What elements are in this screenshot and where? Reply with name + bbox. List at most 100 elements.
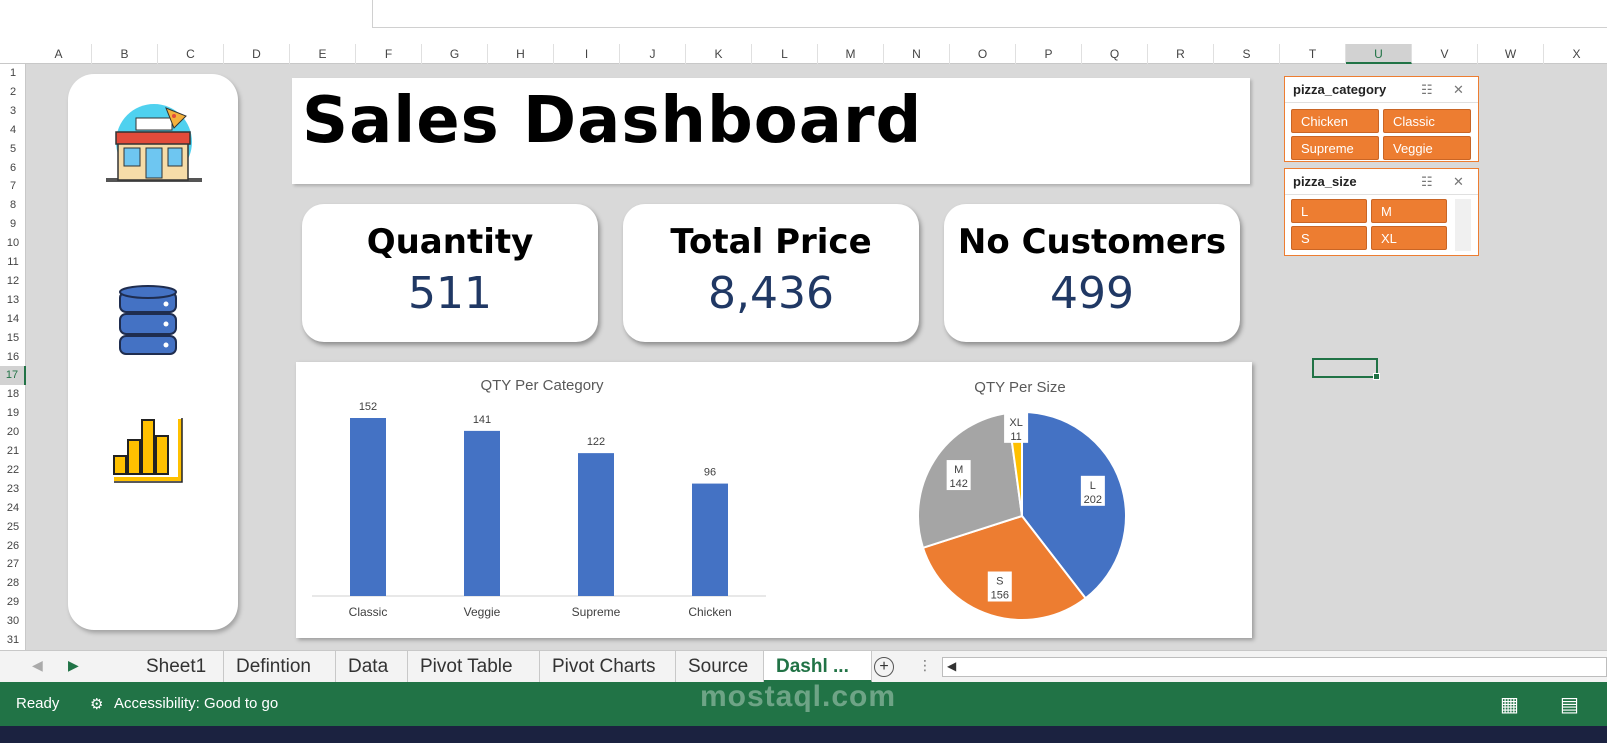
slicer-item-m[interactable]: M bbox=[1371, 199, 1447, 223]
row-header-19[interactable]: 19 bbox=[0, 404, 26, 423]
slicer-pizza-size[interactable]: pizza_size ☷ ✕ L M S XL bbox=[1284, 168, 1479, 256]
tab-scroll-left-icon[interactable]: ◀ bbox=[32, 657, 43, 674]
formula-bar-area bbox=[0, 0, 1607, 44]
slicer-item-l[interactable]: L bbox=[1291, 199, 1367, 223]
worksheet-grid[interactable]: Sales Dashboard Quantity 511 Total Price… bbox=[26, 64, 1607, 650]
row-header-11[interactable]: 11 bbox=[0, 253, 26, 272]
column-header-r[interactable]: R bbox=[1148, 44, 1214, 64]
row-header-25[interactable]: 25 bbox=[0, 518, 26, 537]
column-header-o[interactable]: O bbox=[950, 44, 1016, 64]
slicer-item-chicken[interactable]: Chicken bbox=[1291, 109, 1379, 133]
column-header-g[interactable]: G bbox=[422, 44, 488, 64]
accessibility-status[interactable]: Accessibility: Good to go bbox=[114, 695, 278, 712]
row-header-20[interactable]: 20 bbox=[0, 423, 26, 442]
clear-filter-icon[interactable]: ✕ bbox=[1453, 77, 1464, 103]
kpi-card-total-price[interactable]: Total Price 8,436 bbox=[623, 204, 919, 342]
column-header-l[interactable]: L bbox=[752, 44, 818, 64]
column-header-k[interactable]: K bbox=[686, 44, 752, 64]
slicer-item-supreme[interactable]: Supreme bbox=[1291, 136, 1379, 160]
scroll-left-icon[interactable]: ◀ bbox=[947, 659, 956, 673]
row-header-22[interactable]: 22 bbox=[0, 461, 26, 480]
row-header-2[interactable]: 2 bbox=[0, 83, 26, 102]
row-header-21[interactable]: 21 bbox=[0, 442, 26, 461]
database-icon[interactable] bbox=[118, 284, 178, 356]
column-header-t[interactable]: T bbox=[1280, 44, 1346, 64]
row-header-13[interactable]: 13 bbox=[0, 291, 26, 310]
slicer-item-classic[interactable]: Classic bbox=[1383, 109, 1471, 133]
column-header-i[interactable]: I bbox=[554, 44, 620, 64]
slicer-scrollbar[interactable] bbox=[1455, 199, 1471, 251]
sheet-tab-pivot-table[interactable]: Pivot Table bbox=[408, 651, 540, 683]
row-header-18[interactable]: 18 bbox=[0, 385, 26, 404]
row-header-31[interactable]: 31 bbox=[0, 631, 26, 650]
pizza-shop-icon[interactable] bbox=[96, 102, 208, 188]
column-header-j[interactable]: J bbox=[620, 44, 686, 64]
sheet-tab-sheet1[interactable]: Sheet1 bbox=[134, 651, 224, 683]
sheet-tab-source[interactable]: Source bbox=[676, 651, 764, 683]
row-header-15[interactable]: 15 bbox=[0, 329, 26, 348]
row-header-12[interactable]: 12 bbox=[0, 272, 26, 291]
row-header-30[interactable]: 30 bbox=[0, 612, 26, 631]
kpi-card-quantity[interactable]: Quantity 511 bbox=[302, 204, 598, 342]
tab-scroll-right-icon[interactable]: ▶ bbox=[68, 657, 79, 674]
row-header-1[interactable]: 1 bbox=[0, 64, 26, 83]
column-header-c[interactable]: C bbox=[158, 44, 224, 64]
row-header-14[interactable]: 14 bbox=[0, 310, 26, 329]
bar-chart-icon[interactable] bbox=[112, 416, 184, 484]
column-header-p[interactable]: P bbox=[1016, 44, 1082, 64]
row-header-3[interactable]: 3 bbox=[0, 102, 26, 121]
row-header-28[interactable]: 28 bbox=[0, 574, 26, 593]
column-header-n[interactable]: N bbox=[884, 44, 950, 64]
row-header-16[interactable]: 16 bbox=[0, 348, 26, 367]
row-header-9[interactable]: 9 bbox=[0, 215, 26, 234]
column-header-q[interactable]: Q bbox=[1082, 44, 1148, 64]
kpi-card-no-customers[interactable]: No Customers 499 bbox=[944, 204, 1240, 342]
sheet-tab-defintion[interactable]: Defintion bbox=[224, 651, 336, 683]
horizontal-scrollbar[interactable]: ◀ bbox=[942, 657, 1607, 677]
row-header-26[interactable]: 26 bbox=[0, 537, 26, 556]
charts-panel[interactable]: QTY Per Category 152 Classic 141 Veggie 122 Su… bbox=[296, 362, 1252, 638]
row-header-10[interactable]: 10 bbox=[0, 234, 26, 253]
column-header-a[interactable]: A bbox=[26, 44, 92, 64]
watermark: mostaql.com bbox=[700, 680, 897, 713]
slicer-pizza-category[interactable]: pizza_category ☷ ✕ Chicken Classic Supre… bbox=[1284, 76, 1479, 162]
page-layout-view-icon[interactable]: ▤ bbox=[1560, 692, 1579, 717]
column-header-b[interactable]: B bbox=[92, 44, 158, 64]
row-header-8[interactable]: 8 bbox=[0, 196, 26, 215]
slicer-item-veggie[interactable]: Veggie bbox=[1383, 136, 1471, 160]
row-header-5[interactable]: 5 bbox=[0, 140, 26, 159]
bar-chicken bbox=[692, 483, 728, 596]
row-header-7[interactable]: 7 bbox=[0, 177, 26, 196]
row-header-24[interactable]: 24 bbox=[0, 499, 26, 518]
selected-cell[interactable] bbox=[1312, 358, 1380, 380]
column-header-x[interactable]: X bbox=[1544, 44, 1607, 64]
accessibility-icon[interactable]: ⚙ bbox=[90, 695, 103, 713]
row-header-23[interactable]: 23 bbox=[0, 480, 26, 499]
multi-select-icon[interactable]: ☷ bbox=[1421, 169, 1433, 195]
column-header-m[interactable]: M bbox=[818, 44, 884, 64]
column-header-e[interactable]: E bbox=[290, 44, 356, 64]
more-options-icon[interactable]: ⋮ bbox=[918, 657, 932, 674]
sheet-tab-data[interactable]: Data bbox=[336, 651, 408, 683]
multi-select-icon[interactable]: ☷ bbox=[1421, 77, 1433, 103]
column-header-u[interactable]: U bbox=[1346, 44, 1412, 64]
row-header-4[interactable]: 4 bbox=[0, 121, 26, 140]
column-header-d[interactable]: D bbox=[224, 44, 290, 64]
slicer-item-s[interactable]: S bbox=[1291, 226, 1367, 250]
column-header-v[interactable]: V bbox=[1412, 44, 1478, 64]
sheet-tab-pivot-charts[interactable]: Pivot Charts bbox=[540, 651, 676, 683]
row-header-27[interactable]: 27 bbox=[0, 555, 26, 574]
row-header-29[interactable]: 29 bbox=[0, 593, 26, 612]
column-header-s[interactable]: S bbox=[1214, 44, 1280, 64]
clear-filter-icon[interactable]: ✕ bbox=[1453, 169, 1464, 195]
column-header-h[interactable]: H bbox=[488, 44, 554, 64]
column-header-f[interactable]: F bbox=[356, 44, 422, 64]
normal-view-icon[interactable]: ▦ bbox=[1500, 692, 1519, 717]
formula-input[interactable] bbox=[372, 0, 1607, 28]
slicer-item-xl[interactable]: XL bbox=[1371, 226, 1447, 250]
add-sheet-icon[interactable]: + bbox=[874, 657, 894, 677]
sheet-tab-dashl[interactable]: Dashl ... bbox=[764, 651, 872, 683]
row-header-6[interactable]: 6 bbox=[0, 159, 26, 178]
column-header-w[interactable]: W bbox=[1478, 44, 1544, 64]
row-header-17[interactable]: 17 bbox=[0, 366, 26, 386]
